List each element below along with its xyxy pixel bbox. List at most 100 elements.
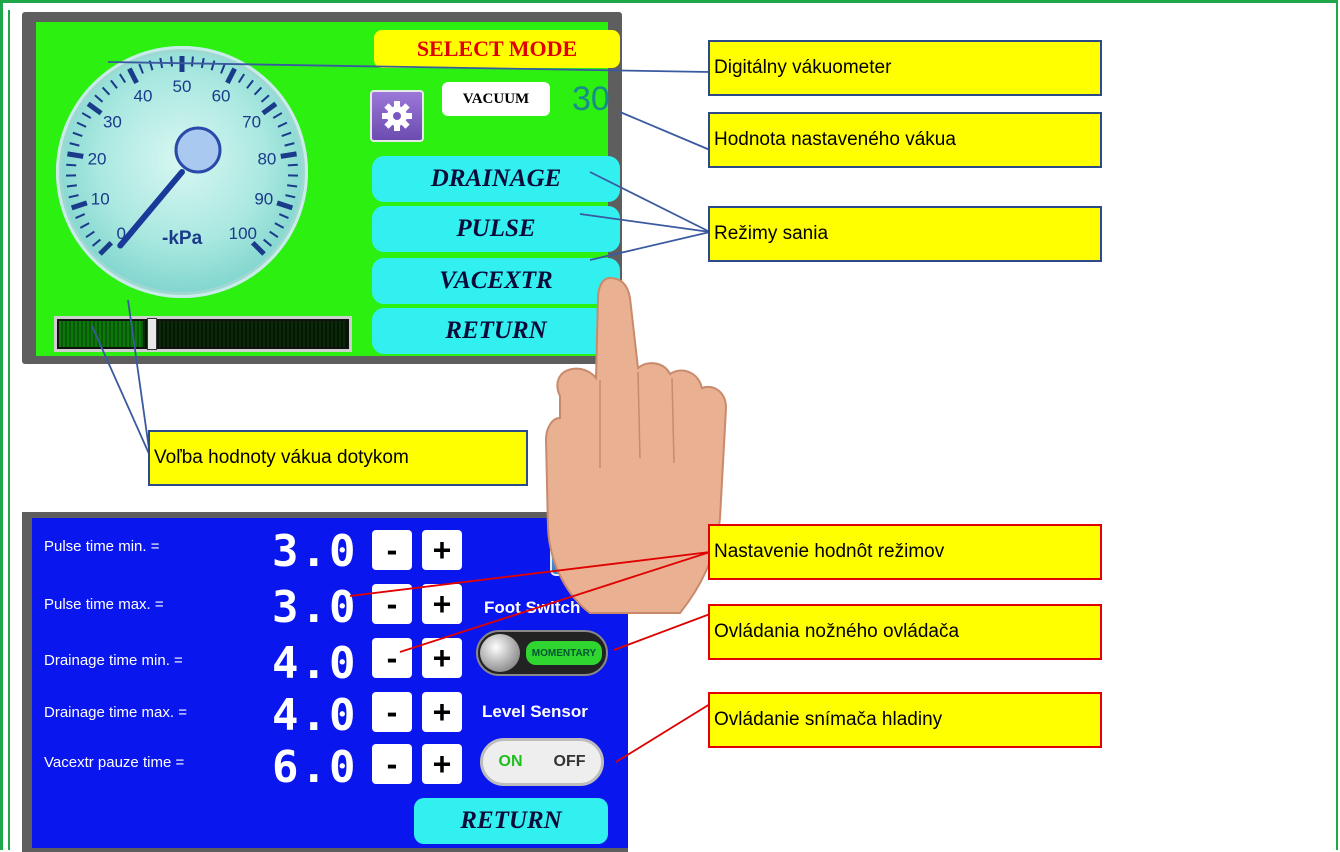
drainage-min-plus-button[interactable]: + bbox=[422, 638, 462, 678]
foot-switch-state: MOMENTARY bbox=[526, 641, 602, 665]
gauge-tick-label: 70 bbox=[242, 112, 261, 131]
pulse-min-plus-button[interactable]: + bbox=[422, 530, 462, 570]
level-sensor-title: Level Sensor bbox=[482, 702, 588, 721]
gauge-major-tick bbox=[70, 200, 88, 211]
gauge-dial: 010203040 50 60708090100 bbox=[66, 56, 298, 256]
pulse-max-label: Pulse time max. = bbox=[44, 596, 164, 613]
settings-return-button[interactable]: RETURN bbox=[414, 798, 608, 844]
gauge-minor-tick bbox=[272, 112, 283, 119]
gauge-minor-tick bbox=[278, 213, 289, 219]
foot-switch-knob bbox=[480, 634, 520, 672]
gauge-tick-label: 60 bbox=[212, 86, 231, 105]
gauge-minor-tick bbox=[281, 131, 292, 138]
gauge-tick-label: 50 bbox=[173, 77, 192, 96]
callout-digital-vacuometer: Digitálny vákuometer bbox=[708, 40, 1102, 96]
gauge-major-tick bbox=[67, 151, 84, 159]
gauge-minor-tick bbox=[69, 142, 80, 147]
gauge-major-tick bbox=[225, 67, 237, 85]
gauge-minor-tick bbox=[118, 73, 127, 84]
pulse-min-label: Pulse time min. = bbox=[44, 538, 160, 555]
vacextr-pause-value: 6.0 bbox=[272, 742, 358, 793]
callout-suction-modes: Režimy sania bbox=[708, 206, 1102, 262]
gauge-major-tick bbox=[250, 240, 266, 256]
vacuum-gauge: 0 10 20 30 40 50 60 70 80 90 100 -kPa bbox=[56, 46, 308, 298]
vacuum-slider-thumb[interactable] bbox=[147, 318, 157, 350]
vacuum-label: VACUUM bbox=[442, 82, 550, 116]
gauge-minor-tick bbox=[101, 86, 111, 96]
gauge-minor-tick bbox=[148, 60, 154, 71]
gauge-tick-label: 90 bbox=[254, 190, 273, 209]
gauge-minor-tick bbox=[190, 56, 194, 67]
vacextr-pause-minus-button[interactable]: - bbox=[372, 744, 412, 784]
drainage-max-value: 4.0 bbox=[272, 690, 358, 741]
gauge-major-tick bbox=[127, 67, 139, 85]
frame-left-rule bbox=[8, 10, 10, 850]
gauge-major-tick bbox=[98, 240, 114, 256]
vacuum-slider-track bbox=[143, 321, 347, 347]
gauge-minor-tick bbox=[159, 57, 164, 69]
drainage-button[interactable]: DRAINAGE bbox=[372, 156, 620, 202]
gauge-tick-label: 10 bbox=[91, 190, 110, 209]
gauge-tick-label: 30 bbox=[103, 112, 122, 131]
pulse-min-value: 3.0 bbox=[272, 526, 358, 577]
gear-icon bbox=[382, 101, 412, 131]
pulse-max-minus-button[interactable]: - bbox=[372, 584, 412, 624]
callout-set-vacuum-value: Hodnota nastaveného vákua bbox=[708, 112, 1102, 168]
pulse-max-plus-button[interactable]: + bbox=[422, 584, 462, 624]
level-sensor-off[interactable]: OFF bbox=[554, 753, 586, 771]
gauge-minor-tick bbox=[200, 57, 205, 69]
select-mode-title: SELECT MODE bbox=[374, 30, 620, 68]
level-sensor-toggle[interactable]: ON OFF bbox=[480, 738, 604, 786]
gauge-minor-tick bbox=[253, 86, 263, 96]
gauge-minor-tick bbox=[79, 222, 90, 229]
gauge-minor-tick bbox=[68, 194, 79, 199]
foot-switch-toggle[interactable]: MOMENTARY bbox=[476, 630, 608, 676]
drainage-min-label: Drainage time min. = bbox=[44, 652, 183, 669]
vacextr-pause-label: Vacextr pauze time = bbox=[44, 754, 185, 771]
pulse-button[interactable]: PULSE bbox=[372, 206, 620, 252]
gauge-tick-label: 100 bbox=[229, 224, 257, 243]
gauge-minor-tick bbox=[269, 230, 279, 239]
gauge-minor-tick bbox=[287, 184, 298, 188]
gauge-minor-tick bbox=[76, 121, 87, 128]
pulse-min-minus-button[interactable]: - bbox=[372, 530, 412, 570]
gauge-minor-tick bbox=[138, 63, 144, 74]
gauge-minor-tick bbox=[75, 213, 86, 219]
drainage-max-minus-button[interactable]: - bbox=[372, 692, 412, 732]
gauge-minor-tick bbox=[210, 60, 216, 71]
callout-mode-values: Nastavenie hodnôt režimov bbox=[708, 524, 1102, 580]
gauge-minor-tick bbox=[285, 194, 296, 199]
vacuum-screen-display: 0 10 20 30 40 50 60 70 80 90 100 -kPa SELECT MODE bbox=[36, 22, 620, 356]
pulse-max-value: 3.0 bbox=[272, 582, 358, 633]
gauge-minor-tick bbox=[237, 73, 246, 84]
gauge-major-tick bbox=[276, 200, 294, 211]
gauge-minor-tick bbox=[274, 222, 285, 229]
gauge-tick-label: 40 bbox=[133, 86, 152, 105]
gauge-minor-tick bbox=[72, 131, 83, 138]
gauge-minor-tick bbox=[110, 79, 118, 89]
gauge-minor-tick bbox=[260, 94, 270, 103]
gauge-tick-label: 20 bbox=[88, 150, 107, 169]
gauge-minor-tick bbox=[81, 112, 92, 119]
callout-foot-control: Ovládania nožného ovládača bbox=[708, 604, 1102, 660]
gauge-minor-tick bbox=[94, 94, 104, 103]
drainage-min-minus-button[interactable]: - bbox=[372, 638, 412, 678]
gauge-minor-tick bbox=[170, 56, 174, 67]
vacuum-slider-fill bbox=[59, 321, 143, 347]
gauge-hub bbox=[174, 126, 222, 174]
callout-touch-vacuum: Voľba hodnoty vákua dotykom bbox=[148, 430, 528, 486]
gauge-minor-tick bbox=[246, 79, 254, 89]
gauge-major-tick bbox=[280, 151, 297, 159]
gauge-minor-tick bbox=[66, 184, 77, 188]
gauge-tick-label: 80 bbox=[257, 150, 276, 169]
gauge-minor-tick bbox=[277, 121, 288, 128]
settings-button[interactable] bbox=[370, 90, 424, 142]
vacextr-pause-plus-button[interactable]: + bbox=[422, 744, 462, 784]
drainage-max-plus-button[interactable]: + bbox=[422, 692, 462, 732]
gauge-minor-tick bbox=[91, 238, 101, 247]
drainage-min-value: 4.0 bbox=[272, 638, 358, 689]
vacuum-slider[interactable] bbox=[54, 316, 352, 352]
vacuum-value: 30 bbox=[572, 80, 610, 118]
gauge-minor-tick bbox=[66, 163, 77, 167]
level-sensor-on[interactable]: ON bbox=[499, 753, 523, 771]
